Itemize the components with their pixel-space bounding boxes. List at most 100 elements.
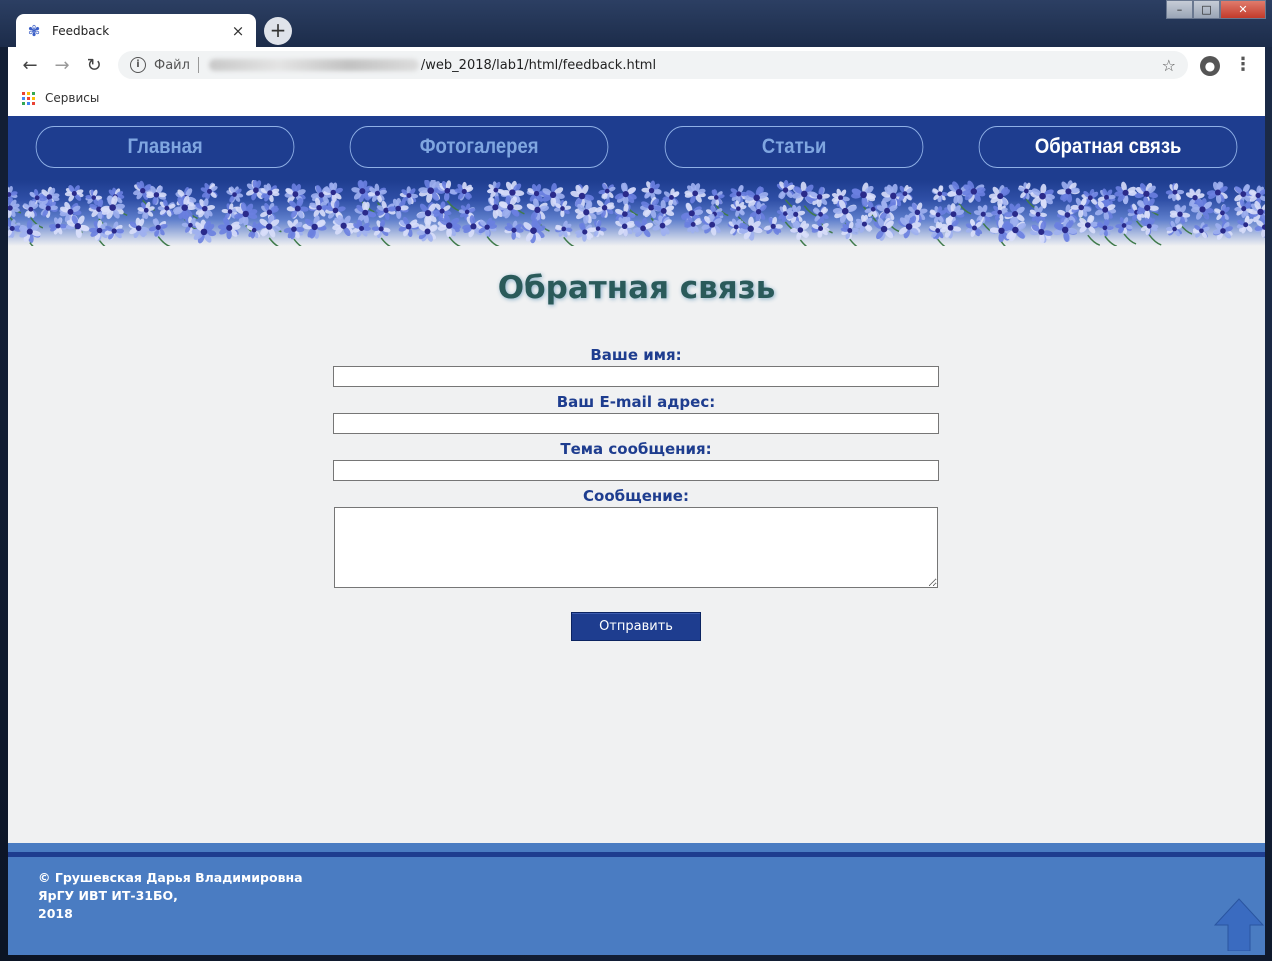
cornflower xyxy=(598,182,616,200)
star-icon[interactable]: ☆ xyxy=(1162,56,1176,75)
apps-grid-dot xyxy=(27,91,30,95)
footer-author: © Грушевская Дарья Владимировна xyxy=(38,870,303,885)
cornflower xyxy=(1165,182,1185,202)
cornflower xyxy=(200,182,218,201)
cornflower xyxy=(437,214,462,246)
nav-item-1[interactable]: Фотогалерея xyxy=(349,126,609,168)
cornflower xyxy=(48,217,68,235)
reload-button[interactable]: ↻ xyxy=(78,55,110,76)
window-controls: – □ ✕ xyxy=(1166,0,1266,19)
cornflower xyxy=(641,180,662,201)
url-text: /web_2018/lab1/html/feedback.html xyxy=(420,57,657,73)
cornflower xyxy=(128,217,149,239)
cornflower xyxy=(226,186,244,203)
nav-item-3[interactable]: Обратная связь xyxy=(978,126,1238,168)
cornflower xyxy=(18,220,41,246)
main-navigation: Главная Фотогалерея Статьи Обратная связь xyxy=(8,116,1265,180)
cornflower xyxy=(64,185,84,202)
cornflower-garland xyxy=(8,180,1265,246)
feedback-form: Ваше имя: Ваш E-mail адрес: Тема сообщен… xyxy=(333,344,939,588)
bookmarks-bar: Сервисы xyxy=(8,83,1265,113)
cornflower xyxy=(684,182,706,204)
cornflower xyxy=(701,213,722,236)
cornflower xyxy=(148,218,171,246)
bookmark-apps-label[interactable]: Сервисы xyxy=(45,91,99,105)
nav-item-0[interactable]: Главная xyxy=(35,126,295,168)
cornflower xyxy=(504,220,524,240)
footer-university: ЯрГУ ИВТ ИТ-31БО, xyxy=(38,888,178,903)
cornflower xyxy=(1140,217,1162,246)
cornflower xyxy=(332,214,356,237)
cornflower xyxy=(478,217,500,246)
cornflower xyxy=(194,198,216,219)
url-scheme-label: Файл xyxy=(154,57,190,73)
tab-strip: ✾ Feedback × + – □ ✕ xyxy=(0,0,1272,47)
apps-grid-dot xyxy=(22,91,25,95)
cornflower xyxy=(302,215,327,239)
apps-grid-dot xyxy=(22,96,25,100)
browser-window: ✾ Feedback × + – □ ✕ ← → ↻ i Файл /web_2… xyxy=(0,0,1272,955)
minimize-button[interactable]: – xyxy=(1166,0,1193,19)
profile-avatar-icon[interactable]: ● xyxy=(1200,56,1220,76)
cornflower xyxy=(1212,220,1233,241)
apps-grid-dot xyxy=(27,101,30,105)
apps-grid-dot xyxy=(32,101,35,105)
message-label: Сообщение: xyxy=(583,487,689,505)
new-tab-button[interactable]: + xyxy=(264,17,292,45)
name-input[interactable] xyxy=(333,366,939,387)
apps-grid-dot xyxy=(27,96,30,100)
email-label: Ваш E-mail адрес: xyxy=(556,393,716,411)
cornflower xyxy=(965,219,983,237)
cornflower xyxy=(931,185,949,203)
tab-title: Feedback xyxy=(52,23,110,38)
arrow-up-icon[interactable] xyxy=(1214,897,1264,951)
cornflower xyxy=(962,180,986,203)
nav-item-2[interactable]: Статьи xyxy=(664,126,924,168)
cornflower xyxy=(811,219,830,238)
name-label: Ваше имя: xyxy=(590,346,682,364)
cornflower xyxy=(1029,220,1053,244)
tab-feedback[interactable]: ✾ Feedback × xyxy=(16,14,256,47)
cornflower xyxy=(371,219,391,246)
forward-button[interactable]: → xyxy=(46,55,78,76)
cornflower xyxy=(454,181,474,201)
cornflower-favicon-icon: ✾ xyxy=(27,21,41,40)
apps-grid-dot xyxy=(32,96,35,100)
footer-year: 2018 xyxy=(38,906,73,921)
footer-credits: © Грушевская Дарья Владимировна ЯрГУ ИВТ… xyxy=(38,869,303,923)
cornflower xyxy=(1213,204,1230,222)
cornflower xyxy=(1096,219,1118,246)
blurred-url-path xyxy=(208,59,419,71)
footer-band xyxy=(8,843,1265,852)
address-separator xyxy=(197,57,199,73)
cornflower xyxy=(521,218,546,244)
apps-grid-dot xyxy=(32,91,35,95)
menu-dots-icon[interactable]: ⋮ xyxy=(1234,54,1252,76)
cornflower-banner xyxy=(8,180,1265,246)
maximize-button[interactable]: □ xyxy=(1193,0,1220,19)
cornflower xyxy=(1077,214,1101,246)
cornflower xyxy=(1206,181,1228,204)
cornflower xyxy=(217,217,241,240)
apps-grid-dot xyxy=(22,101,25,105)
cornflower xyxy=(790,220,810,246)
cornflower xyxy=(1030,183,1055,209)
subject-input[interactable] xyxy=(333,460,939,481)
cornflower xyxy=(1236,215,1254,234)
back-button[interactable]: ← xyxy=(14,55,46,76)
close-window-button[interactable]: ✕ xyxy=(1220,0,1266,19)
apps-grid-icon[interactable] xyxy=(22,91,35,105)
footer: © Грушевская Дарья Владимировна ЯрГУ ИВТ… xyxy=(8,857,1265,955)
cornflower xyxy=(283,219,305,246)
info-icon[interactable]: i xyxy=(130,57,146,73)
cornflower xyxy=(157,199,176,217)
message-textarea[interactable] xyxy=(334,507,938,588)
submit-button[interactable]: Отправить xyxy=(571,612,701,641)
page-content: Главная Фотогалерея Статьи Обратная связь О… xyxy=(8,116,1265,955)
subject-label: Тема сообщения: xyxy=(560,440,712,458)
cornflower xyxy=(632,217,653,238)
address-bar[interactable]: i Файл /web_2018/lab1/html/feedback.html… xyxy=(118,51,1188,79)
email-input[interactable] xyxy=(333,413,939,434)
cornflower xyxy=(398,216,420,238)
tab-close-icon[interactable]: × xyxy=(230,22,246,40)
